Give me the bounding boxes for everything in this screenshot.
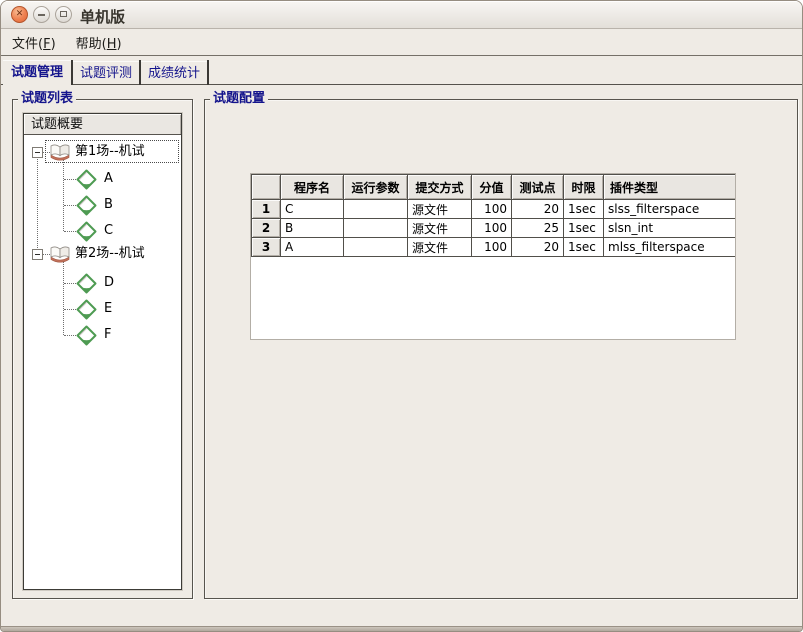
- cell-score[interactable]: 100: [472, 200, 512, 219]
- minus-icon: [35, 152, 40, 153]
- app-window: ✕ 单机版 文件(F) 帮助(H) 试题管理 试题评测 成绩统计 试题列表 试题…: [0, 0, 803, 632]
- cell-submit[interactable]: 源文件: [408, 219, 472, 238]
- tree-connector: [64, 231, 76, 232]
- groupbox-question-list-title: 试题列表: [18, 91, 76, 107]
- tree-node-session2[interactable]: 第2场--机试: [75, 246, 145, 262]
- config-grid: 程序名 运行参数 提交方式 分值 测试点 时限 插件类型 1 C 源文件 100…: [251, 174, 736, 257]
- cell-testpts[interactable]: 20: [512, 200, 564, 219]
- col-header-args[interactable]: 运行参数: [344, 175, 408, 200]
- tab-score-statistics[interactable]: 成绩统计: [141, 61, 207, 84]
- collapse-toggle-session1[interactable]: [32, 147, 43, 158]
- maximize-button[interactable]: [55, 6, 72, 23]
- table-row: 1 C 源文件 100 20 1sec slss_filterspace: [252, 200, 737, 219]
- tree-node-session1[interactable]: 第1场--机试: [75, 144, 145, 160]
- cell-testpts[interactable]: 20: [512, 238, 564, 257]
- titlebar[interactable]: ✕ 单机版: [1, 1, 802, 29]
- tabbar: 试题管理 试题评测 成绩统计: [1, 56, 802, 85]
- cell-submit[interactable]: 源文件: [408, 200, 472, 219]
- table-row: 3 A 源文件 100 20 1sec mlss_filterspace: [252, 238, 737, 257]
- row-header[interactable]: 1: [252, 200, 281, 219]
- tree-connector: [63, 158, 64, 231]
- maximize-icon: [60, 11, 67, 17]
- cell-plugin[interactable]: mlss_filterspace: [604, 238, 737, 257]
- note-icon: [76, 221, 97, 246]
- tree-node-B[interactable]: B: [104, 197, 113, 213]
- tree-connector: [37, 152, 38, 254]
- tab-question-manage[interactable]: 试题管理: [3, 60, 71, 86]
- collapse-toggle-session2[interactable]: [32, 249, 43, 260]
- tree-connector: [64, 335, 76, 336]
- cell-score[interactable]: 100: [472, 219, 512, 238]
- cell-args[interactable]: [344, 238, 408, 257]
- cell-program[interactable]: B: [281, 219, 344, 238]
- row-header[interactable]: 2: [252, 219, 281, 238]
- tree-connector: [63, 260, 64, 335]
- col-header-score[interactable]: 分值: [472, 175, 512, 200]
- cell-timelimit[interactable]: 1sec: [564, 200, 604, 219]
- tab-separator: [71, 60, 73, 85]
- col-header-program[interactable]: 程序名: [281, 175, 344, 200]
- minimize-button[interactable]: [33, 6, 50, 23]
- tab-question-evaluate[interactable]: 试题评测: [73, 61, 139, 84]
- note-icon: [76, 273, 97, 298]
- note-icon: [76, 325, 97, 350]
- cell-score[interactable]: 100: [472, 238, 512, 257]
- row-header[interactable]: 3: [252, 238, 281, 257]
- window-title: 单机版: [80, 6, 125, 27]
- tab-pane-border: [1, 84, 802, 85]
- menu-help[interactable]: 帮助(H): [71, 31, 127, 54]
- tree-header[interactable]: 试题概要: [24, 114, 181, 135]
- tree-node-C[interactable]: C: [104, 223, 113, 239]
- question-tree[interactable]: 试题概要: [23, 113, 182, 590]
- col-header-submit[interactable]: 提交方式: [408, 175, 472, 200]
- minimize-icon: [38, 14, 45, 16]
- note-icon: [76, 299, 97, 324]
- table-row: 2 B 源文件 100 25 1sec slsn_int: [252, 219, 737, 238]
- tab-separator: [207, 60, 209, 85]
- groupbox-question-list: 试题列表 试题概要: [12, 99, 193, 599]
- book-icon: [49, 244, 71, 268]
- cell-timelimit[interactable]: 1sec: [564, 219, 604, 238]
- cell-args[interactable]: [344, 219, 408, 238]
- groupbox-question-config: 试题配置 程序名 运行参数 提交方式 分值 测试点 时限 插件类型: [204, 99, 798, 599]
- tree-connector: [64, 309, 76, 310]
- close-icon: ✕: [16, 9, 24, 19]
- cell-testpts[interactable]: 25: [512, 219, 564, 238]
- tree-node-D[interactable]: D: [104, 275, 114, 291]
- cell-timelimit[interactable]: 1sec: [564, 238, 604, 257]
- menubar: 文件(F) 帮助(H): [1, 29, 802, 56]
- tree-node-A[interactable]: A: [104, 171, 113, 187]
- tree-connector: [64, 179, 76, 180]
- table-corner-cell: [252, 175, 281, 200]
- cell-plugin[interactable]: slsn_int: [604, 219, 737, 238]
- groupbox-question-config-title: 试题配置: [210, 91, 268, 107]
- cell-program[interactable]: C: [281, 200, 344, 219]
- tree-node-F[interactable]: F: [104, 327, 111, 343]
- menu-file[interactable]: 文件(F): [7, 31, 61, 54]
- close-button[interactable]: ✕: [11, 6, 28, 23]
- col-header-plugin[interactable]: 插件类型: [604, 175, 737, 200]
- book-icon: [49, 142, 71, 166]
- minus-icon: [35, 254, 40, 255]
- cell-program[interactable]: A: [281, 238, 344, 257]
- cell-submit[interactable]: 源文件: [408, 238, 472, 257]
- note-icon: [76, 195, 97, 220]
- tab-separator: [139, 60, 141, 85]
- config-table[interactable]: 程序名 运行参数 提交方式 分值 测试点 时限 插件类型 1 C 源文件 100…: [250, 173, 736, 340]
- window-resize-edge[interactable]: [1, 626, 802, 631]
- col-header-testpts[interactable]: 测试点: [512, 175, 564, 200]
- tree-connector: [64, 205, 76, 206]
- col-header-timelimit[interactable]: 时限: [564, 175, 604, 200]
- tree-connector: [64, 283, 76, 284]
- note-icon: [76, 169, 97, 194]
- tree-node-E[interactable]: E: [104, 301, 112, 317]
- cell-args[interactable]: [344, 200, 408, 219]
- cell-plugin[interactable]: slss_filterspace: [604, 200, 737, 219]
